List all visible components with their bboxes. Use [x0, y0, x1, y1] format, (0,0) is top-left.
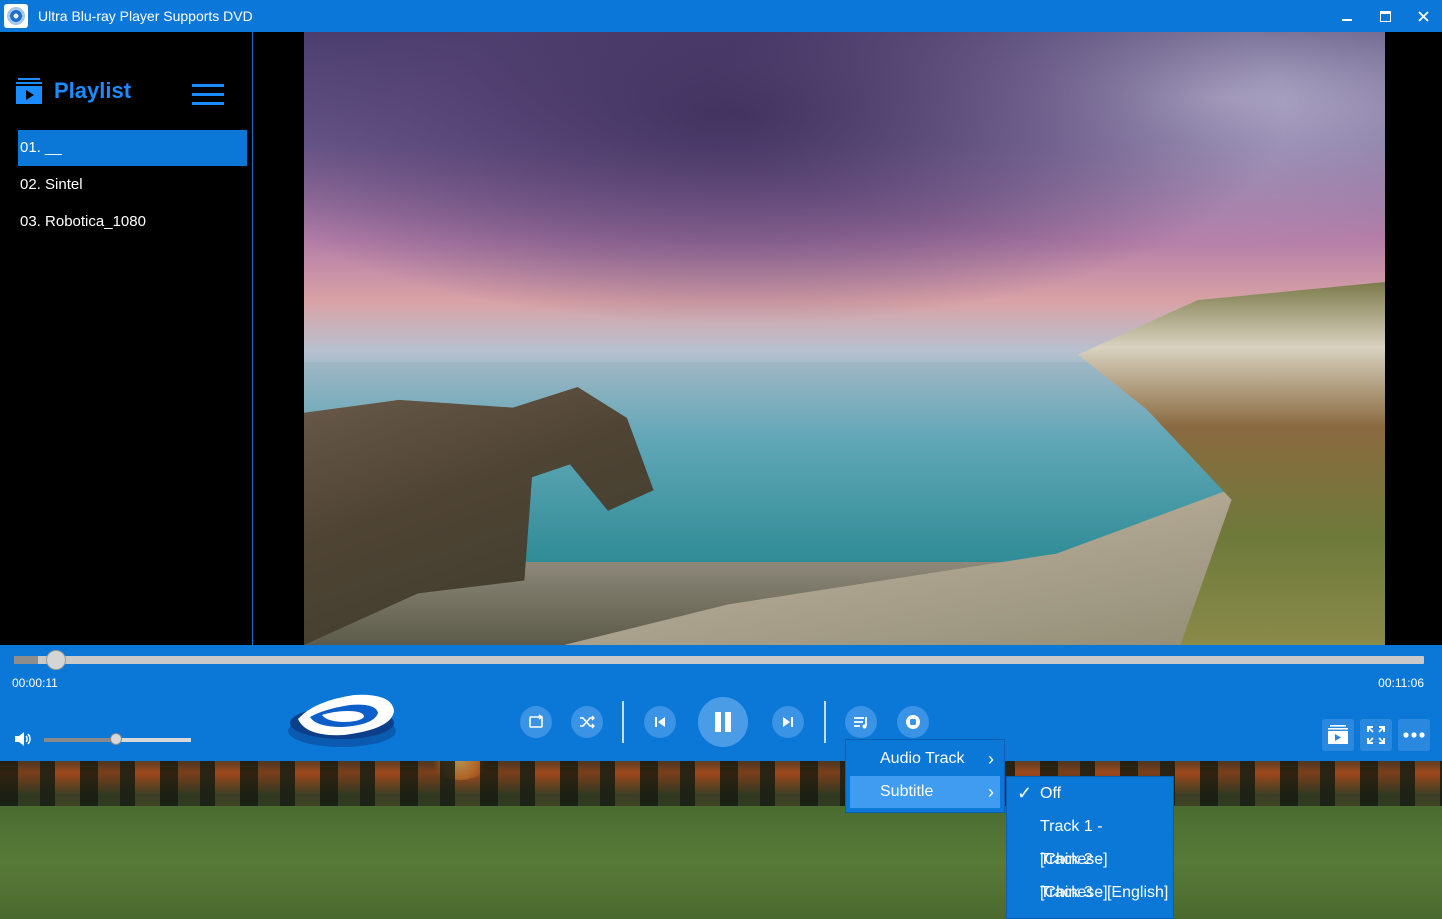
control-bar: 00:00:11 00:11:06	[0, 645, 1442, 761]
fullscreen-icon	[1367, 726, 1385, 744]
volume-slider[interactable]	[44, 733, 191, 745]
fullscreen-button[interactable]	[1360, 719, 1392, 751]
hamburger-menu-icon[interactable]	[192, 84, 224, 106]
blu-ray-logo	[284, 681, 400, 751]
subtitle-option-track-2[interactable]: Track 2 - [Chinese]	[1007, 843, 1173, 901]
more-icon	[1403, 732, 1425, 738]
playlist-item[interactable]: 01. __	[18, 130, 247, 166]
playlist-list: 01. __ 02. Sintel 03. Robotica_1080	[18, 130, 247, 241]
playlist-item[interactable]: 02. Sintel	[18, 167, 247, 203]
more-button[interactable]	[1398, 719, 1430, 751]
playlist-panel: Playlist 01. __ 02. Sintel 03. Robotica_…	[0, 32, 253, 645]
subtitle-option-off[interactable]: ✓ Off	[1007, 777, 1173, 810]
subtitle-option-track-1[interactable]: Track 1 - [Chinese]	[1007, 810, 1173, 868]
next-icon	[783, 717, 793, 727]
control-separator	[824, 701, 826, 743]
maximize-icon	[1379, 10, 1391, 22]
record-icon	[906, 715, 920, 729]
playlist-item[interactable]: 03. Robotica_1080	[18, 204, 247, 240]
repeat-button[interactable]	[520, 706, 552, 738]
seek-bar-thumb[interactable]	[45, 650, 66, 670]
previous-icon	[655, 717, 665, 727]
pause-icon	[715, 712, 731, 732]
subtitle-option-track-3[interactable]: Track 3 - [English]	[1007, 876, 1173, 909]
subtitle-option-label: Track 3 - [English]	[1040, 884, 1169, 901]
window-controls	[1328, 0, 1442, 32]
chevron-right-icon: ›	[988, 782, 994, 802]
playlist-header: Playlist	[16, 78, 131, 104]
maximize-button[interactable]	[1366, 0, 1404, 32]
desktop-treeline	[0, 760, 1442, 806]
chevron-right-icon: ›	[988, 749, 994, 769]
close-button[interactable]	[1404, 0, 1442, 32]
subtitle-option-label: Off	[1040, 785, 1062, 802]
window-title: Ultra Blu-ray Player Supports DVD	[38, 8, 253, 24]
volume-level	[44, 738, 117, 742]
pause-button[interactable]	[698, 697, 748, 747]
repeat-icon	[529, 714, 544, 728]
previous-button[interactable]	[644, 706, 676, 738]
minimize-icon	[1342, 19, 1352, 21]
total-time: 00:11:06	[1378, 676, 1424, 690]
playlist-icon	[16, 78, 42, 104]
menu-item-audio-track[interactable]: Audio Track ›	[850, 743, 1000, 775]
check-icon: ✓	[1017, 783, 1033, 803]
playlist-toggle-button[interactable]	[1322, 719, 1354, 751]
app-icon	[4, 4, 28, 28]
menu-item-label: Audio Track	[880, 750, 965, 767]
current-time: 00:00:11	[12, 676, 58, 690]
next-button[interactable]	[772, 706, 804, 738]
menu-item-label: Subtitle	[880, 783, 934, 800]
title-bar[interactable]: Ultra Blu-ray Player Supports DVD	[0, 0, 1442, 32]
shuffle-icon	[580, 715, 595, 729]
playlist-icon	[854, 717, 867, 729]
close-icon	[1417, 10, 1429, 22]
player-window: Ultra Blu-ray Player Supports DVD Playli…	[0, 0, 1442, 761]
volume-thumb[interactable]	[110, 733, 123, 745]
video-frame[interactable]	[304, 32, 1385, 645]
seek-bar-progress	[14, 656, 38, 664]
client-area: Playlist 01. __ 02. Sintel 03. Robotica_…	[0, 32, 1442, 645]
playlist-toggle-icon	[1328, 725, 1348, 744]
shuffle-button[interactable]	[571, 706, 603, 738]
menu-item-subtitle[interactable]: Subtitle ›	[850, 776, 1000, 808]
track-context-menu: Audio Track › Subtitle ›	[845, 739, 1005, 813]
track-menu-button[interactable]	[845, 706, 877, 738]
seek-bar[interactable]	[14, 650, 1424, 670]
desktop-grass	[0, 806, 1442, 919]
subtitle-submenu: ✓ Off Track 1 - [Chinese] Track 2 - [Chi…	[1006, 776, 1174, 919]
playlist-title: Playlist	[54, 78, 132, 103]
minimize-button[interactable]	[1328, 0, 1366, 32]
record-button[interactable]	[897, 706, 929, 738]
volume-icon[interactable]	[13, 729, 33, 749]
desktop-background	[0, 760, 1442, 919]
control-separator	[622, 701, 624, 743]
